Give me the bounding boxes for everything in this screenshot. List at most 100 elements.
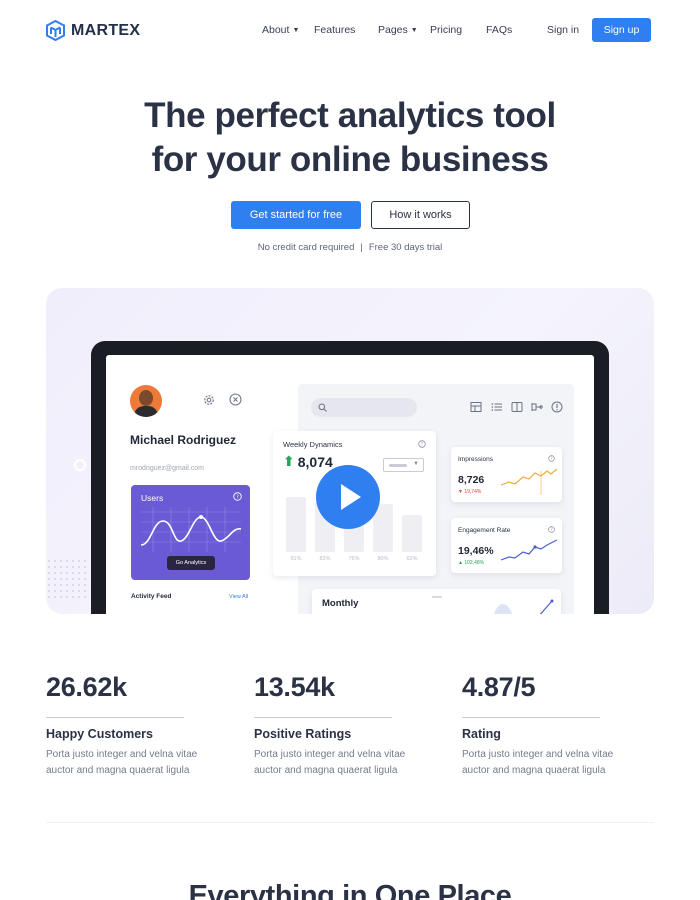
get-started-button[interactable]: Get started for free xyxy=(231,201,361,229)
engagement-rate-delta: ▲ 102,48% xyxy=(458,560,485,566)
users-wave-chart xyxy=(141,507,241,552)
cube-logo-icon xyxy=(46,20,65,41)
stat-description: Porta justo integer and velna vitae auct… xyxy=(46,749,198,776)
impressions-sparkline xyxy=(501,468,557,495)
nav-item-features[interactable]: Features xyxy=(314,24,355,36)
chevron-down-icon: ▼ xyxy=(413,461,419,467)
view-all-link[interactable]: View All xyxy=(229,594,248,600)
search-input[interactable] xyxy=(311,398,417,417)
period-select[interactable]: ▼ xyxy=(383,458,424,472)
how-it-works-button[interactable]: How it works xyxy=(371,201,470,229)
hero-title-line-1: The perfect analytics tool xyxy=(144,96,556,135)
engagement-rate-value: 19,46% xyxy=(458,545,494,557)
nav-item-about[interactable]: About ▼ xyxy=(262,24,299,36)
weekly-dynamics-value: ⬆ 8,074 xyxy=(283,453,333,470)
engagement-rate-card: Engagement Rate ? 19,46% ▲ 102,48% xyxy=(451,518,562,573)
svg-text:?: ? xyxy=(550,456,552,461)
monthly-card: Monthly xyxy=(312,589,561,614)
nav-item-label: About xyxy=(262,24,290,36)
help-icon[interactable]: ? xyxy=(418,440,426,448)
profile-name: Michael Rodriguez xyxy=(130,433,237,447)
help-icon[interactable]: ? xyxy=(548,526,555,533)
close-circle-icon[interactable] xyxy=(229,393,242,406)
hero-note-trial: Free 30 days trial xyxy=(368,242,443,253)
stat-rating: 4.87/5 Rating Porta justo integer and ve… xyxy=(462,672,652,779)
weekly-bar-label: 80% xyxy=(377,556,389,562)
nav-item-pricing[interactable]: Pricing xyxy=(430,24,462,36)
brand-name: MARTEX xyxy=(71,21,141,39)
caret-down-icon: ▼ xyxy=(410,27,418,34)
signup-button[interactable]: Sign up xyxy=(592,18,651,42)
impressions-card: Impressions ? 8,726 ▼ 19,74% xyxy=(451,447,562,502)
monthly-chart xyxy=(432,596,554,614)
hero-title: The perfect analytics tool for your onli… xyxy=(0,94,700,182)
help-icon[interactable]: ? xyxy=(233,492,242,501)
list-icon[interactable] xyxy=(491,401,503,413)
nav-item-pages[interactable]: Pages ▼ xyxy=(378,24,418,36)
weekly-bar xyxy=(402,515,422,552)
go-analytics-button[interactable]: Go Analytics xyxy=(167,556,215,570)
nav-item-label: Pricing xyxy=(430,24,463,36)
stat-value: 4.87/5 xyxy=(462,672,536,702)
stat-description: Porta justo integer and velna vitae auct… xyxy=(462,749,614,776)
users-card: Users ? Go Analytics xyxy=(131,485,250,580)
laptop-frame: Michael Rodriguez mrodriguez@gmail.com U… xyxy=(91,341,609,614)
nav-item-label: Features xyxy=(314,24,356,36)
nav-item-faqs[interactable]: FAQs xyxy=(486,24,512,36)
profile-email: mrodriguez@gmail.com xyxy=(130,465,205,472)
impressions-delta: ▼ 19,74% xyxy=(458,489,482,495)
search-icon xyxy=(318,403,327,412)
impressions-value: 8,726 xyxy=(458,474,485,486)
top-navigation: MARTEX About ▼ Features Pages ▼ Pricing … xyxy=(0,0,700,62)
gear-icon[interactable] xyxy=(203,394,215,406)
brand-logo[interactable]: MARTEX xyxy=(46,20,140,41)
hero-title-line-2: for your online business xyxy=(151,140,549,179)
svg-text:?: ? xyxy=(550,527,552,532)
nav-item-label: FAQs xyxy=(486,24,513,36)
decorative-dots xyxy=(46,558,86,598)
section-divider xyxy=(46,822,654,823)
decorative-ring xyxy=(74,459,86,471)
section-title: Everything in One Place xyxy=(188,880,512,900)
table-icon[interactable] xyxy=(470,401,482,413)
nav-item-label: Pages xyxy=(378,24,408,36)
signin-link[interactable]: Sign in xyxy=(547,24,579,36)
svg-text:?: ? xyxy=(236,494,239,500)
activity-feed-title: Activity Feed xyxy=(131,593,172,600)
weekly-bar-label: 91% xyxy=(290,556,302,562)
monthly-title: Monthly xyxy=(322,598,359,609)
users-card-title: Users xyxy=(141,493,164,503)
stat-divider xyxy=(46,717,184,718)
weekly-dynamics-title: Weekly Dynamics xyxy=(283,440,343,449)
engagement-sparkline xyxy=(501,539,557,561)
stat-label: Positive Ratings xyxy=(254,727,352,741)
stat-description: Porta justo integer and velna vitae auct… xyxy=(254,749,406,776)
weekly-dynamics-number: 8,074 xyxy=(297,453,333,470)
weekly-bar-label: 83% xyxy=(319,556,331,562)
stat-divider xyxy=(462,717,600,718)
hero-note-separator: | xyxy=(360,242,363,253)
info-icon[interactable] xyxy=(551,401,563,413)
stat-label: Happy Customers xyxy=(46,727,153,741)
hero-note-no-card: No credit card required xyxy=(257,242,355,253)
columns-icon[interactable] xyxy=(511,401,523,413)
stat-divider xyxy=(254,717,392,718)
laptop-screen: Michael Rodriguez mrodriguez@gmail.com U… xyxy=(106,355,594,614)
stat-happy-customers: 26.62k Happy Customers Porta justo integ… xyxy=(46,672,236,779)
play-icon xyxy=(341,484,361,510)
weekly-bar-label: 62% xyxy=(406,556,418,562)
help-icon[interactable]: ? xyxy=(548,455,555,462)
caret-down-icon: ▼ xyxy=(292,27,300,34)
stat-positive-ratings: 13.54k Positive Ratings Porta justo inte… xyxy=(254,672,444,779)
stat-label: Rating xyxy=(462,727,501,741)
impressions-title: Impressions xyxy=(458,456,494,463)
play-video-button[interactable] xyxy=(316,465,380,529)
hero-note: No credit card required | Free 30 days tri… xyxy=(0,242,700,253)
avatar xyxy=(130,385,162,417)
filter-icon[interactable] xyxy=(531,401,543,413)
arrow-up-icon: ⬆ xyxy=(283,453,295,469)
weekly-bar-label: 76% xyxy=(348,556,360,562)
engagement-rate-title: Engagement Rate xyxy=(458,527,511,534)
stat-value: 26.62k xyxy=(46,672,127,702)
weekly-bar xyxy=(286,497,306,552)
